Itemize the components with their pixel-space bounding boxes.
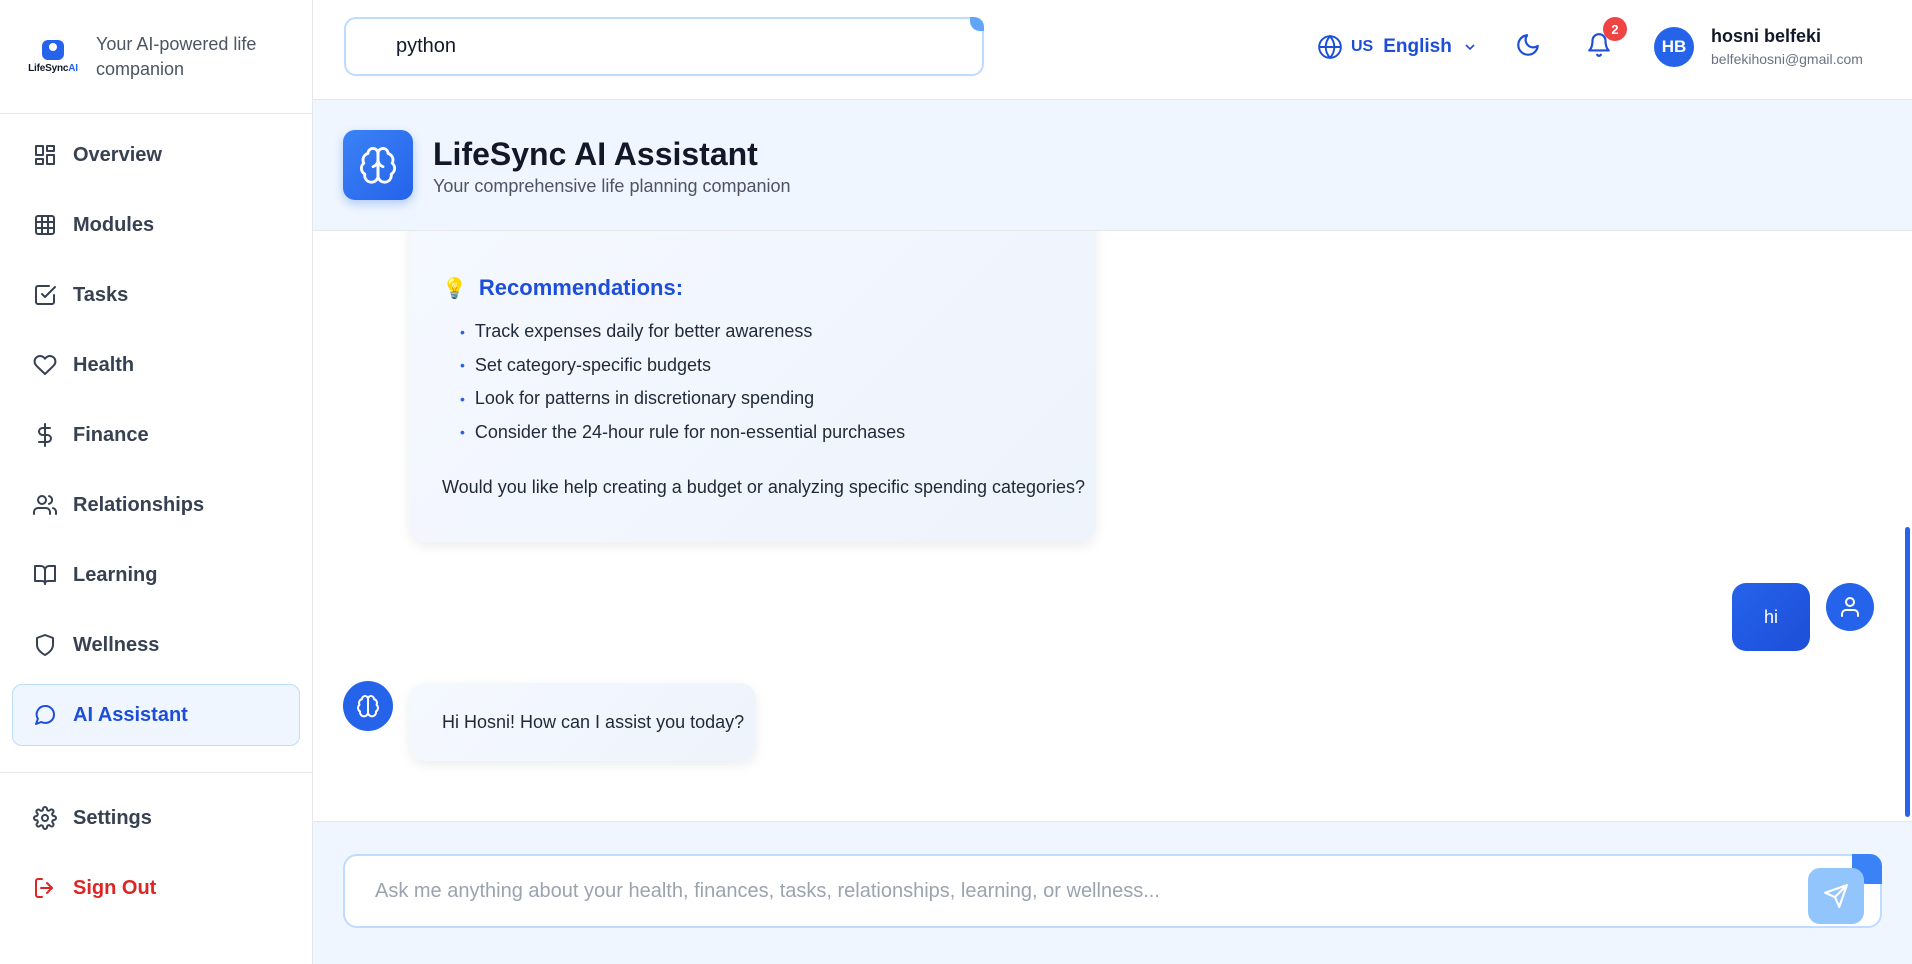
message-input[interactable]: Ask me anything about your health, finan… xyxy=(343,854,1882,928)
heart-icon xyxy=(33,355,57,375)
page-subtitle: Your comprehensive life planning compani… xyxy=(433,176,791,196)
chat-area[interactable]: 💡 Recommendations: Track expenses daily … xyxy=(313,231,1912,821)
sidebar-divider xyxy=(0,772,312,773)
language-selector[interactable]: US English xyxy=(1317,30,1478,64)
send-icon xyxy=(1824,884,1848,908)
top-bar: python US English 2 HB hosni belfeki bel… xyxy=(313,0,1912,100)
brand-tagline: Your AI-powered life companion xyxy=(96,33,257,79)
message-circle-icon xyxy=(35,705,56,725)
user-message-avatar xyxy=(1826,583,1874,631)
sidebar-item-overview[interactable]: Overview xyxy=(12,124,300,186)
sidebar-item-health[interactable]: Health xyxy=(12,334,300,396)
sidebar-nav: Overview Modules Tasks Health Finance Re… xyxy=(0,114,312,746)
theme-toggle[interactable] xyxy=(1515,32,1541,63)
sidebar-item-ai-assistant[interactable]: AI Assistant xyxy=(12,684,300,746)
user-email: belfekihosni@gmail.com xyxy=(1711,51,1863,67)
sidebar-item-label: Relationships xyxy=(73,493,205,516)
search-corner-accent xyxy=(970,17,984,31)
sidebar-item-label: Overview xyxy=(73,143,162,166)
check-square-icon xyxy=(35,285,56,305)
shield-icon xyxy=(36,634,54,656)
sidebar-item-label: Sign Out xyxy=(73,876,157,899)
sidebar-item-tasks[interactable]: Tasks xyxy=(12,264,300,326)
sidebar-item-label: Health xyxy=(73,353,135,376)
grid-icon xyxy=(35,215,55,235)
users-icon xyxy=(33,495,57,515)
language-code: US xyxy=(1351,38,1374,55)
sidebar-item-modules[interactable]: Modules xyxy=(12,194,300,256)
recommendations-list: Track expenses daily for better awarenes… xyxy=(460,315,905,449)
list-item: Consider the 24-hour rule for non-essent… xyxy=(460,416,905,450)
logo-mark-icon xyxy=(42,39,64,60)
brain-icon xyxy=(359,147,397,184)
layout-dashboard-icon xyxy=(35,145,55,165)
sidebar-item-settings[interactable]: Settings xyxy=(12,787,300,849)
user-icon xyxy=(1841,597,1859,617)
assistant-message-avatar xyxy=(343,681,393,731)
brand-logo[interactable]: LifeSyncAI xyxy=(26,39,80,74)
send-button[interactable] xyxy=(1808,868,1864,924)
sidebar-item-finance[interactable]: Finance xyxy=(12,404,300,466)
book-icon xyxy=(34,565,56,585)
notification-badge: 2 xyxy=(1603,17,1627,41)
list-item: Set category-specific budgets xyxy=(460,349,905,383)
chat-scrollbar[interactable] xyxy=(1905,527,1910,817)
user-name: hosni belfeki xyxy=(1711,26,1822,46)
brand: LifeSyncAI Your AI-powered life companio… xyxy=(0,0,312,114)
sidebar-item-sign-out[interactable]: Sign Out xyxy=(12,857,300,919)
avatar[interactable]: HB xyxy=(1654,27,1694,67)
sidebar: LifeSyncAI Your AI-powered life companio… xyxy=(0,0,313,964)
gear-icon xyxy=(33,806,57,830)
page-title: LifeSync AI Assistant xyxy=(433,136,758,172)
globe-icon xyxy=(1318,34,1342,60)
logo-wordmark: LifeSyncAI xyxy=(28,62,78,74)
list-item: Look for patterns in discretionary spend… xyxy=(460,382,905,416)
sidebar-item-label: Tasks xyxy=(73,283,129,306)
sidebar-item-label: Finance xyxy=(73,423,149,446)
composer-area: Ask me anything about your health, finan… xyxy=(313,821,1912,964)
search-value: python xyxy=(396,35,457,57)
sidebar-item-learning[interactable]: Learning xyxy=(12,544,300,606)
sidebar-item-wellness[interactable]: Wellness xyxy=(12,614,300,676)
brain-icon xyxy=(357,695,379,718)
language-label: English xyxy=(1383,36,1452,57)
log-out-icon xyxy=(35,878,53,898)
assistant-logo xyxy=(343,130,413,200)
moon-icon xyxy=(1517,34,1539,56)
dollar-icon xyxy=(38,423,52,447)
assistant-message: Hi Hosni! How can I assist you today? xyxy=(410,683,756,761)
sidebar-item-label: Modules xyxy=(73,213,155,236)
recommendations-heading: 💡 Recommendations: xyxy=(442,275,683,301)
assistant-message-card: 💡 Recommendations: Track expenses daily … xyxy=(410,231,1096,542)
assistant-question: Would you like help creating a budget or… xyxy=(442,477,1086,497)
search-input[interactable]: python xyxy=(344,17,984,76)
sidebar-item-label: Settings xyxy=(73,806,152,829)
chevron-down-icon xyxy=(1465,44,1475,51)
message-input-placeholder: Ask me anything about your health, finan… xyxy=(375,879,1160,902)
list-item: Track expenses daily for better awarenes… xyxy=(460,315,905,349)
sidebar-bottom: Settings Sign Out xyxy=(0,787,312,919)
user-message: hi xyxy=(1732,583,1810,651)
sidebar-item-relationships[interactable]: Relationships xyxy=(12,474,300,536)
sidebar-item-label: AI Assistant xyxy=(73,703,188,726)
sidebar-item-label: Learning xyxy=(73,563,158,586)
lightbulb-icon: 💡 xyxy=(442,277,467,300)
sidebar-item-label: Wellness xyxy=(73,633,160,656)
assistant-header: LifeSync AI Assistant Your comprehensive… xyxy=(313,100,1912,231)
recommendations-heading-text: Recommendations: xyxy=(478,275,684,300)
